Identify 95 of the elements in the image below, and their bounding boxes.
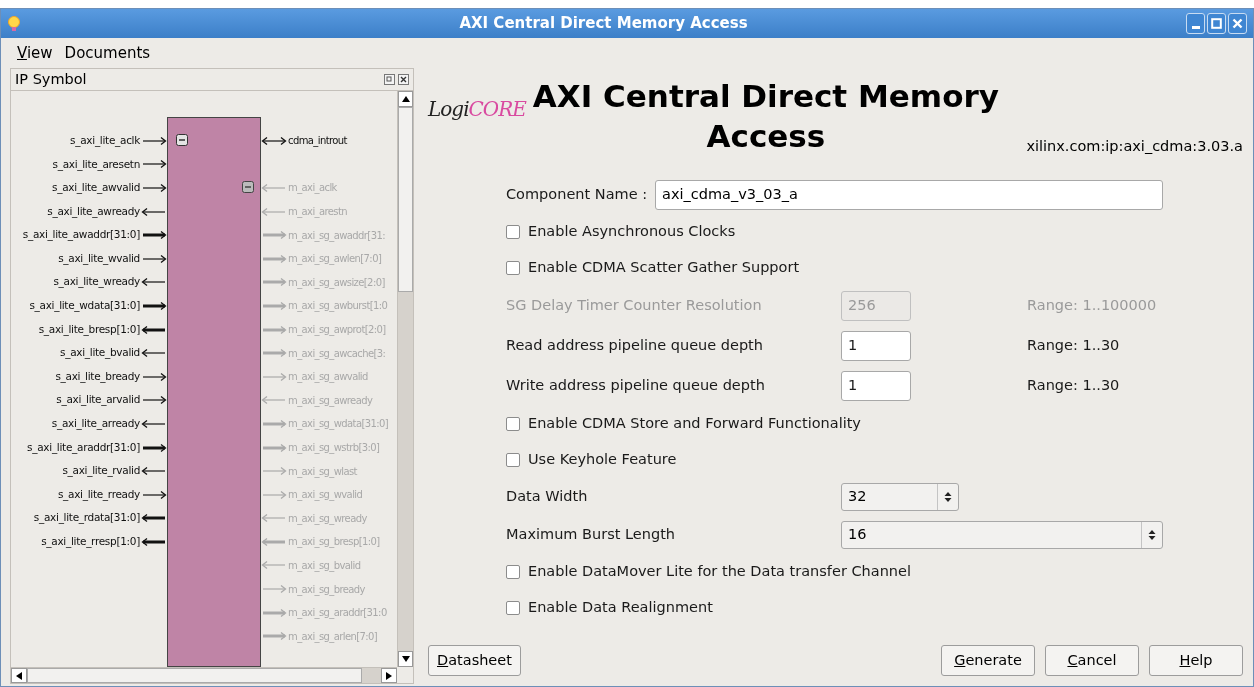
vertical-scrollbar[interactable] bbox=[397, 91, 413, 667]
pin-label: m_axi_sg_awsize[2:0] bbox=[288, 275, 385, 290]
checkbox-label: Enable CDMA Scatter Gather Support bbox=[528, 258, 800, 278]
dialog-button[interactable]: Cancel bbox=[1045, 645, 1139, 676]
pin-label: s_axi_lite_awvalid bbox=[52, 180, 140, 196]
range-hint: Range: 1..30 bbox=[1027, 376, 1121, 396]
pin-label: cdma_introut bbox=[288, 134, 347, 149]
datasheet-button[interactable]: Datasheet bbox=[428, 645, 521, 676]
field-label: SG Delay Timer Counter Resolution bbox=[506, 296, 763, 316]
pin-label: m_axi_aclk bbox=[288, 181, 337, 196]
updown-icon bbox=[944, 491, 952, 503]
lightbulb-icon bbox=[7, 14, 21, 33]
collapse-icon[interactable] bbox=[242, 181, 254, 193]
minimize-icon bbox=[1191, 26, 1200, 29]
number-field[interactable]: 1 bbox=[841, 371, 911, 401]
checkbox[interactable] bbox=[506, 453, 520, 467]
pin-label: m_axi_sg_wlast bbox=[288, 464, 357, 479]
number-field[interactable]: 1 bbox=[841, 331, 911, 361]
pin-label: m_axi_sg_wdata[31:0] bbox=[288, 417, 389, 432]
float-icon[interactable] bbox=[384, 74, 395, 85]
pin-label: m_axi_sg_wstrb[3:0] bbox=[288, 441, 380, 455]
checkbox-label: Enable DataMover Lite for the Data transfer Channel bbox=[528, 562, 911, 582]
menu-item[interactable]: Documents bbox=[64, 41, 151, 65]
scroll-right-icon[interactable] bbox=[386, 671, 392, 680]
checkbox[interactable] bbox=[506, 601, 520, 615]
panel-title: IP Symbol bbox=[15, 69, 88, 89]
pin-label: m_axi_arestn bbox=[288, 205, 347, 220]
close-button[interactable] bbox=[1228, 13, 1247, 34]
pin-label: s_axi_lite_awready bbox=[47, 203, 140, 220]
field-label: Data Width bbox=[506, 487, 589, 507]
checkbox-label: Use Keyhole Feature bbox=[528, 450, 677, 470]
pin-label: m_axi_sg_arlen[7:0] bbox=[288, 629, 378, 644]
checkbox[interactable] bbox=[506, 261, 520, 275]
checkbox[interactable] bbox=[506, 565, 520, 579]
pin-label: m_axi_sg_awcache[3: bbox=[288, 346, 386, 361]
close-icon[interactable] bbox=[398, 74, 409, 85]
pin-label: s_axi_lite_wready bbox=[53, 274, 140, 290]
component-name-field[interactable]: axi_cdma_v3_03_a bbox=[655, 180, 1163, 210]
pin-label: m_axi_sg_bresp[1:0] bbox=[288, 535, 380, 550]
pin-label: m_axi_sg_awready bbox=[288, 393, 373, 408]
minimize-button[interactable] bbox=[1186, 13, 1205, 34]
maximize-icon bbox=[1211, 18, 1222, 29]
pin-label: s_axi_lite_bready bbox=[55, 368, 140, 385]
pin-label: s_axi_lite_awaddr[31:0] bbox=[22, 227, 140, 243]
ip-identifier: xilinx.com:ip:axi_cdma:3.03.a bbox=[1026, 137, 1243, 156]
pin-label: s_axi_lite_bvalid bbox=[60, 345, 140, 361]
pin-label: s_axi_lite_rdata[31:0] bbox=[33, 510, 140, 526]
horizontal-scrollbar[interactable] bbox=[11, 667, 397, 683]
pin-label: s_axi_lite_rvalid bbox=[62, 463, 140, 479]
pin-label: s_axi_lite_arready bbox=[51, 416, 140, 432]
pin-label: m_axi_sg_awprot[2:0] bbox=[288, 323, 386, 338]
collapse-icon[interactable] bbox=[176, 134, 188, 146]
pin-label: m_axi_sg_bvalid bbox=[288, 559, 361, 573]
spin-box[interactable]: 32 bbox=[841, 483, 959, 511]
checkbox[interactable] bbox=[506, 225, 520, 239]
scroll-down-icon[interactable] bbox=[401, 656, 410, 662]
checkbox[interactable] bbox=[506, 417, 520, 431]
menu-item[interactable]: View bbox=[17, 41, 53, 65]
pin-label: s_axi_lite_aresetn bbox=[52, 156, 140, 173]
field-label: Maximum Burst Length bbox=[506, 525, 676, 545]
pin-label: m_axi_sg_awlen[7:0] bbox=[288, 252, 382, 267]
pin-label: s_axi_lite_wvalid bbox=[58, 250, 140, 267]
window-title: AXI Central Direct Memory Access bbox=[458, 13, 749, 35]
field-label: Component Name : bbox=[506, 185, 648, 205]
range-hint: Range: 1..100000 bbox=[1027, 296, 1158, 316]
scroll-left-icon[interactable] bbox=[16, 671, 22, 680]
field-label: Read address pipeline queue depth bbox=[506, 336, 764, 356]
dialog-button[interactable]: Generate bbox=[941, 645, 1035, 676]
dialog-button[interactable]: Help bbox=[1149, 645, 1243, 676]
pin-label: s_axi_lite_aclk bbox=[70, 132, 140, 149]
pin-label: m_axi_sg_awburst[1:0 bbox=[288, 299, 388, 314]
maximize-button[interactable] bbox=[1207, 13, 1226, 34]
field-label: Write address pipeline queue depth bbox=[506, 376, 766, 396]
pin-label: m_axi_sg_bready bbox=[288, 582, 365, 597]
updown-icon bbox=[1148, 529, 1156, 541]
pin-label: m_axi_sg_araddr[31:0 bbox=[288, 606, 387, 621]
checkbox-label: Enable Asynchronous Clocks bbox=[528, 222, 736, 242]
pin-label: m_axi_sg_wready bbox=[288, 511, 367, 526]
scroll-up-icon[interactable] bbox=[401, 96, 410, 102]
range-hint: Range: 1..30 bbox=[1027, 336, 1121, 356]
logo: LogiCORE bbox=[428, 96, 526, 123]
close-icon bbox=[1232, 18, 1243, 29]
checkbox-label: Enable CDMA Store and Forward Functionality bbox=[528, 414, 861, 434]
pin-label: s_axi_lite_rresp[1:0] bbox=[41, 534, 140, 550]
pin-label: m_axi_sg_awvalid bbox=[288, 370, 368, 385]
pin-label: s_axi_lite_wdata[31:0] bbox=[29, 298, 140, 314]
pin-label: m_axi_sg_awaddr[31: bbox=[288, 228, 385, 243]
dropdown[interactable]: 16 bbox=[841, 521, 1163, 549]
pin-label: s_axi_lite_arvalid bbox=[56, 392, 140, 408]
pin-label: s_axi_lite_bresp[1:0] bbox=[38, 321, 140, 338]
checkbox-label: Enable Data Realignment bbox=[528, 598, 713, 618]
page-title: AXI Central Direct Memory Access bbox=[531, 77, 1000, 156]
pin-label: s_axi_lite_rready bbox=[57, 486, 140, 503]
pin-label: s_axi_lite_araddr[31:0] bbox=[27, 439, 140, 456]
pin-label: m_axi_sg_wvalid bbox=[288, 488, 363, 503]
